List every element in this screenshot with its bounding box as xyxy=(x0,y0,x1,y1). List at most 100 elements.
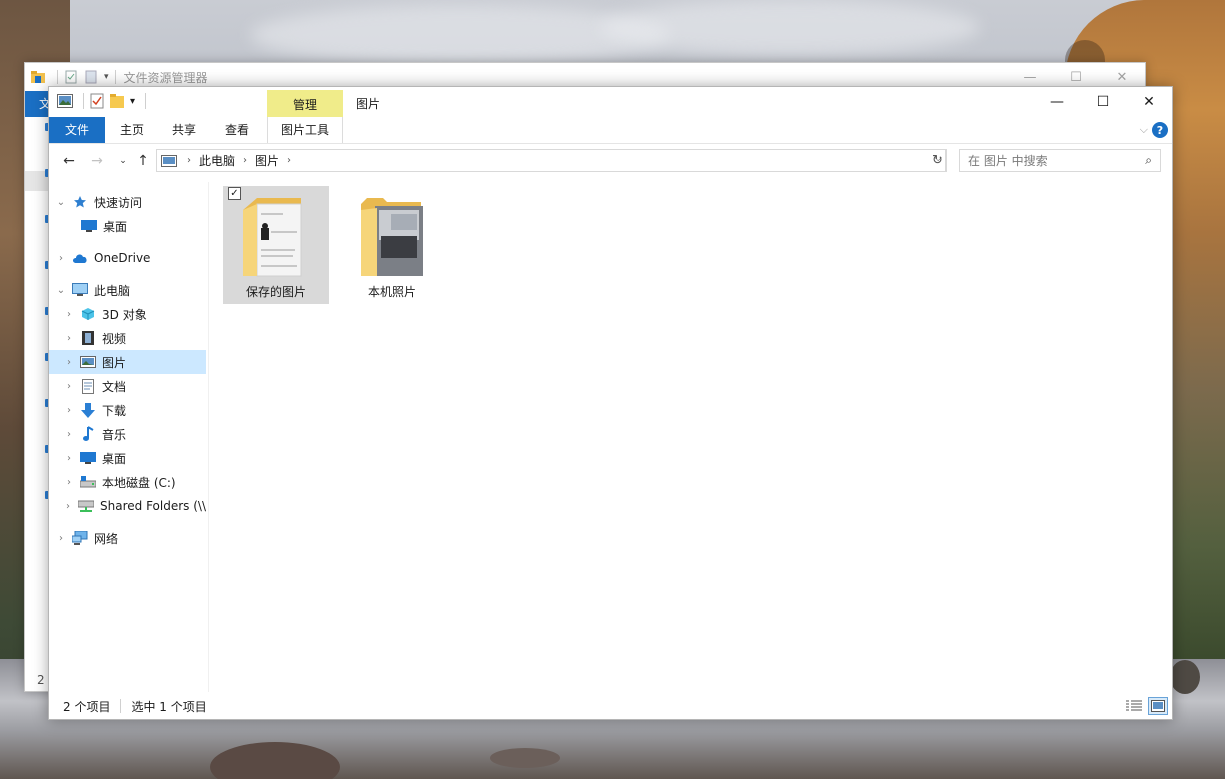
search-placeholder: 在 图片 中搜索 xyxy=(968,154,1048,168)
nav-label: OneDrive xyxy=(94,251,151,265)
folder-name: 保存的图片 xyxy=(245,285,306,299)
folder-name: 本机照片 xyxy=(367,285,416,299)
folder-tile-camera-roll[interactable]: 本机照片 xyxy=(339,186,445,304)
nav-3d-objects[interactable]: › 3D 对象 xyxy=(49,302,206,326)
folder-icon xyxy=(361,198,423,276)
file-list[interactable]: ✓ 保存的图片 本机照片 xyxy=(211,182,1172,692)
tab-home[interactable]: 主页 xyxy=(107,117,157,143)
chevron-right-icon[interactable]: › xyxy=(62,405,76,416)
chevron-right-icon[interactable]: › xyxy=(287,155,291,166)
status-item-count: 2 个项目 xyxy=(63,699,111,714)
chevron-right-icon[interactable]: › xyxy=(243,155,247,166)
nav-shared-folders[interactable]: › Shared Folders (\\ xyxy=(49,494,206,518)
network-drive-icon xyxy=(78,498,95,514)
nav-local-disk-c[interactable]: › 本地磁盘 (C:) xyxy=(49,470,206,494)
chevron-right-icon[interactable]: › xyxy=(62,453,76,464)
tab-share[interactable]: 共享 xyxy=(159,117,209,143)
nav-network[interactable]: › 网络 xyxy=(49,526,206,550)
forward-arrow-icon[interactable]: → xyxy=(87,151,107,171)
folder-tile-saved-pictures[interactable]: ✓ 保存的图片 xyxy=(223,186,329,304)
nav-pictures[interactable]: › 图片 xyxy=(49,350,206,374)
cloud-icon xyxy=(72,250,88,266)
chevron-down-icon[interactable]: ⌄ xyxy=(54,197,68,208)
music-note-icon xyxy=(80,426,96,442)
search-icon[interactable]: ⌕ xyxy=(1145,153,1152,168)
search-input[interactable]: 在 图片 中搜索 ⌕ xyxy=(959,149,1161,172)
nav-label: 音乐 xyxy=(102,427,127,442)
chevron-right-icon[interactable]: › xyxy=(62,429,76,440)
help-icon[interactable]: ? xyxy=(1152,122,1168,138)
background-window-title: 文件资源管理器 xyxy=(123,70,208,85)
nav-music[interactable]: › 音乐 xyxy=(49,422,206,446)
chevron-right-icon[interactable]: › xyxy=(54,533,68,544)
minimize-icon[interactable]: — xyxy=(1034,87,1080,117)
star-icon xyxy=(72,194,88,210)
status-bar: 2 个项目 选中 1 个项目 xyxy=(49,693,1172,719)
navigation-bar: ← → ⌄ ↑ › 此电脑 › 图片 › ⌵ ↻ 在 图片 中搜索 ⌕ xyxy=(49,149,1172,173)
breadcrumb-pictures[interactable]: 图片 xyxy=(255,152,279,169)
cube-icon xyxy=(80,306,96,322)
film-icon xyxy=(80,330,96,346)
large-icons-view-icon[interactable] xyxy=(1148,697,1168,715)
window-title: 图片 xyxy=(356,97,381,111)
ribbon-expand-icon[interactable]: ⌵ xyxy=(1140,123,1148,137)
picture-icon xyxy=(161,154,177,167)
recent-locations-chevron-icon[interactable]: ⌄ xyxy=(113,151,133,171)
nav-label: 下载 xyxy=(102,403,127,418)
close-icon[interactable]: ✕ xyxy=(1126,87,1172,117)
network-icon xyxy=(72,530,88,546)
nav-documents[interactable]: › 文档 xyxy=(49,374,206,398)
nav-videos[interactable]: › 视频 xyxy=(49,326,206,350)
breadcrumb-this-pc[interactable]: 此电脑 xyxy=(199,152,235,169)
background-item-count: 2 xyxy=(37,673,45,687)
up-arrow-icon[interactable]: ↑ xyxy=(133,151,153,171)
nav-downloads[interactable]: › 下载 xyxy=(49,398,206,422)
refresh-icon[interactable]: ↻ xyxy=(929,149,947,172)
nav-this-pc[interactable]: ⌄ 此电脑 xyxy=(49,278,206,302)
nav-label: 桌面 xyxy=(102,451,127,466)
nav-label: Shared Folders (\\ xyxy=(100,499,206,513)
chevron-right-icon[interactable]: › xyxy=(187,155,191,166)
picture-icon[interactable] xyxy=(57,94,73,108)
chevron-right-icon[interactable]: › xyxy=(62,381,76,392)
document-icon xyxy=(80,378,96,394)
nav-desktop-quick[interactable]: 桌面 xyxy=(49,214,206,238)
tab-view[interactable]: 查看 xyxy=(212,117,262,143)
nav-onedrive[interactable]: › OneDrive xyxy=(49,246,206,270)
properties-icon[interactable] xyxy=(90,93,104,109)
chevron-right-icon[interactable]: › xyxy=(62,501,74,512)
desktop-icon xyxy=(80,450,96,466)
nav-label: 此电脑 xyxy=(94,283,131,298)
checkbox-icon[interactable]: ✓ xyxy=(228,187,241,200)
nav-desktop[interactable]: › 桌面 xyxy=(49,446,206,470)
nav-label: 3D 对象 xyxy=(102,307,147,322)
status-selection-count: 选中 1 个项目 xyxy=(131,699,207,714)
nav-label: 快速访问 xyxy=(94,195,143,210)
nav-label: 桌面 xyxy=(103,219,128,234)
download-arrow-icon xyxy=(80,402,96,418)
quick-access-dropdown-icon: ▾ xyxy=(104,72,109,82)
drive-icon xyxy=(80,474,96,490)
new-folder-icon[interactable] xyxy=(110,93,124,109)
quick-access-dropdown-icon[interactable]: ▾ xyxy=(130,96,135,107)
nav-label: 文档 xyxy=(102,379,127,394)
chevron-right-icon[interactable]: › xyxy=(62,477,76,488)
maximize-icon[interactable]: ☐ xyxy=(1080,87,1126,117)
properties-icon xyxy=(65,70,77,84)
ribbon-tabs: 文件 主页 共享 查看 图片工具 ⌵ ? xyxy=(49,117,1172,144)
nav-label: 网络 xyxy=(94,531,119,546)
chevron-right-icon[interactable]: › xyxy=(54,253,68,264)
back-arrow-icon[interactable]: ← xyxy=(59,151,79,171)
chevron-right-icon[interactable]: › xyxy=(62,309,76,320)
explorer-window[interactable]: ▾ 管理 图片 — ☐ ✕ 文件 主页 共享 查看 图片工具 ⌵ ? ← → ⌄… xyxy=(48,86,1173,720)
tab-picture-tools[interactable]: 图片工具 xyxy=(267,117,343,143)
chevron-down-icon[interactable]: ⌄ xyxy=(54,285,68,296)
title-bar: ▾ 管理 图片 — ☐ ✕ xyxy=(49,87,1172,118)
address-bar[interactable]: › 此电脑 › 图片 › ⌵ xyxy=(156,149,946,172)
chevron-right-icon[interactable]: › xyxy=(62,357,76,368)
chevron-right-icon[interactable]: › xyxy=(62,333,76,344)
tab-file[interactable]: 文件 xyxy=(49,117,105,143)
folder-icon xyxy=(31,71,45,83)
nav-quick-access[interactable]: ⌄ 快速访问 xyxy=(49,190,206,214)
details-view-icon[interactable] xyxy=(1124,697,1144,715)
